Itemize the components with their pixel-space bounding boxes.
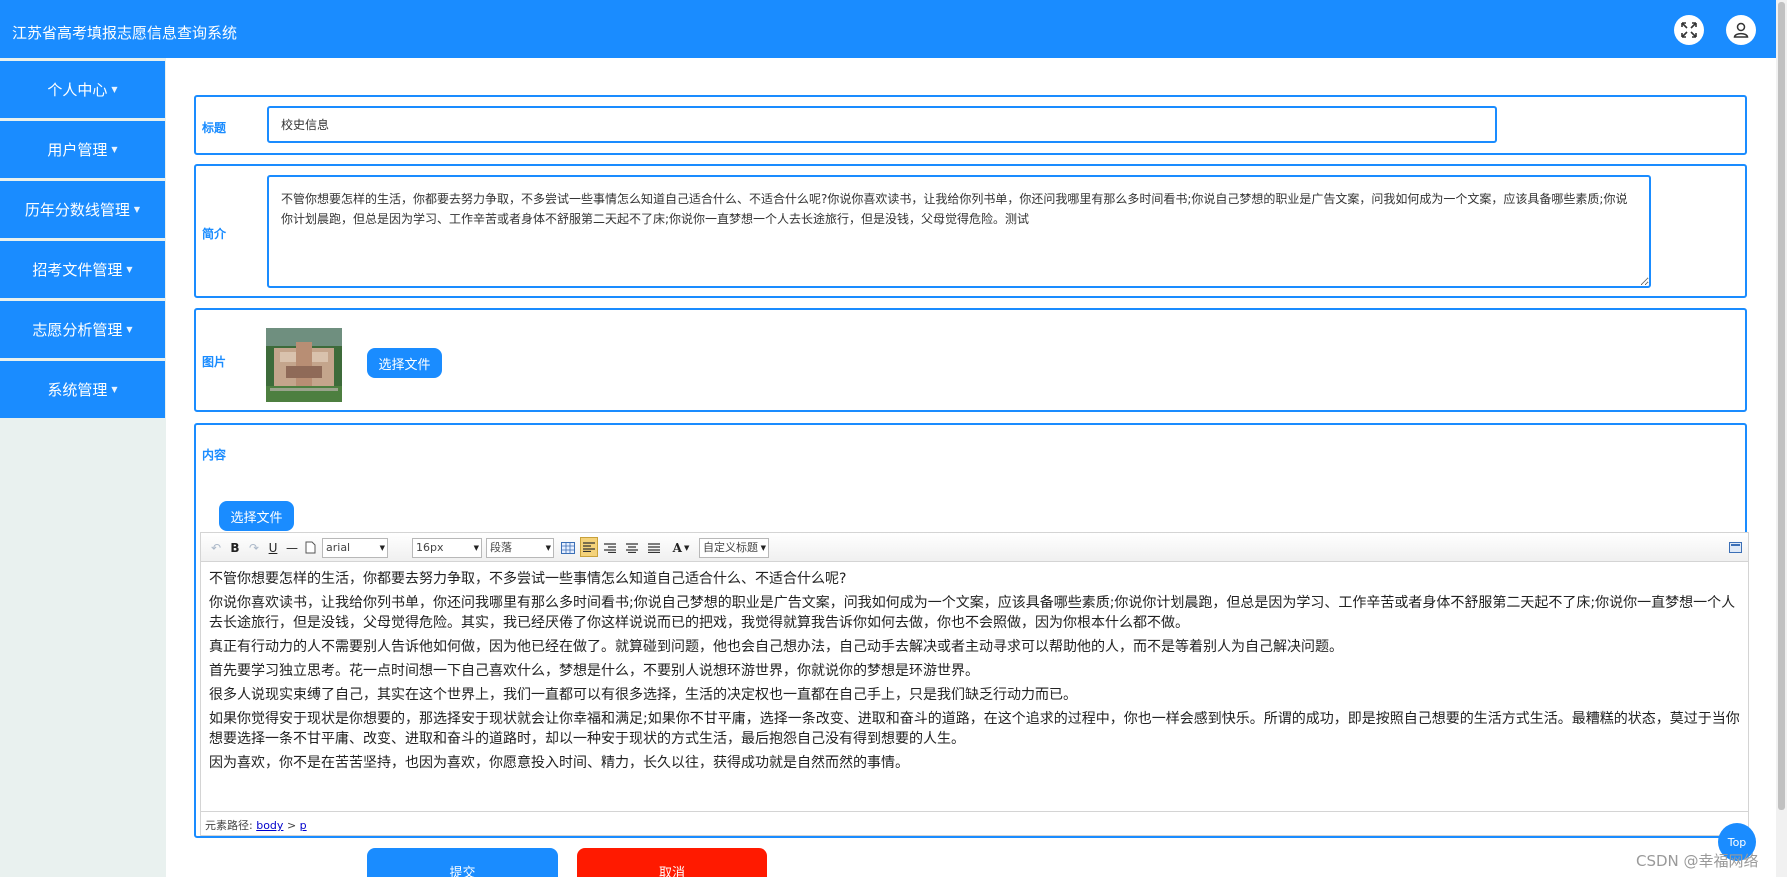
source-code-icon[interactable] (1727, 539, 1743, 556)
align-center-icon[interactable] (624, 539, 640, 556)
editor-toolbar: ↶ B ↷ U — arial ▼ 16px ▼ 段落 ▼ A ▼ 自定义标题 … (201, 533, 1748, 562)
dropdown-arrow-icon: ▼ (683, 543, 690, 552)
caret-down-icon: ▼ (126, 265, 133, 274)
dropdown-arrow-icon: ▼ (473, 544, 479, 552)
font-size-value: 16px (416, 541, 444, 554)
scrollbar-thumb[interactable] (1778, 2, 1785, 810)
caret-down-icon: ▼ (111, 85, 118, 94)
align-right-icon[interactable] (602, 539, 618, 556)
editor-paragraph: 首先要学习独立思考。花一点时间想一下自己喜欢什么，梦想是什么，不要别人说想环游世… (209, 663, 979, 679)
font-family-value: arial (326, 541, 351, 554)
element-path-prefix: 元素路径: (205, 819, 253, 832)
campus-image (266, 328, 342, 402)
title-panel: 标题 (194, 95, 1747, 155)
sidebar-item-personal-center[interactable]: 个人中心 ▼ (0, 61, 165, 118)
content-label: 内容 (202, 448, 227, 462)
image-panel: 图片 选择文件 (194, 308, 1747, 412)
custom-heading-value: 自定义标题 (703, 541, 758, 554)
bold-button[interactable]: B (228, 539, 242, 556)
font-size-select[interactable]: 16px ▼ (412, 538, 482, 558)
editor-paragraph: 很多人说现实束缚了自己，其实在这个世界上，我们一直都可以有很多选择，生活的决定权… (209, 687, 1077, 703)
dropdown-arrow-icon: ▼ (545, 544, 551, 552)
editor-paragraph: 因为喜欢，你不是在苦苦坚持，也因为喜欢，你愿意投入时间、精力，长久以往，获得成功… (209, 755, 909, 771)
fullscreen-icon (1681, 22, 1697, 38)
submit-button[interactable]: 提交 (367, 848, 558, 877)
sidebar-item-label: 招考文件管理 (32, 261, 123, 279)
image-choose-file-button[interactable]: 选择文件 (367, 348, 442, 378)
redo-icon[interactable]: ↷ (247, 539, 261, 556)
user-icon (1733, 22, 1749, 38)
sidebar-item-label: 个人中心 (47, 81, 108, 99)
editor-paragraph: 真正有行动力的人不需要别人告诉他如何做，因为他已经在做了。就算碰到问题，他也会自… (209, 639, 1343, 655)
dropdown-arrow-icon: ▼ (760, 544, 766, 552)
table-icon[interactable] (560, 539, 576, 556)
element-path-separator: > (286, 819, 297, 832)
sidebar-item-label: 系统管理 (47, 381, 108, 399)
font-color-button[interactable]: A ▼ (670, 539, 692, 556)
sidebar-item-label: 历年分数线管理 (24, 201, 130, 219)
element-path-bar: 元素路径: body > p (201, 811, 1748, 835)
sidebar: 个人中心 ▼ 用户管理 ▼ 历年分数线管理 ▼ 招考文件管理 ▼ 志愿分析管理 ▼ 系统管… (0, 58, 166, 877)
title-input[interactable] (267, 106, 1497, 143)
intro-label: 简介 (202, 227, 227, 241)
content-choose-file-button[interactable]: 选择文件 (219, 501, 294, 531)
caret-down-icon: ▼ (111, 385, 118, 394)
top-header: 江苏省高考填报志愿信息查询系统 (0, 0, 1776, 58)
align-justify-icon[interactable] (646, 539, 662, 556)
content-panel: 内容 选择文件 ↶ B ↷ U — arial ▼ 16px ▼ 段落 ▼ A … (194, 423, 1749, 838)
element-path-body-link[interactable]: body (256, 819, 283, 832)
undo-icon[interactable]: ↶ (209, 539, 223, 556)
paragraph-select[interactable]: 段落 ▼ (486, 538, 554, 558)
align-left-icon[interactable] (580, 537, 598, 557)
caret-down-icon: ▼ (133, 205, 141, 214)
intro-textarea[interactable]: 不管你想要怎样的生活，你都要去努力争取，不多尝试一些事情怎么知道自己适合什么、不… (267, 175, 1651, 288)
sidebar-item-exam-file-management[interactable]: 招考文件管理 ▼ (0, 241, 165, 298)
underline-button[interactable]: U (266, 539, 280, 556)
element-path-p-link[interactable]: p (300, 819, 307, 832)
sidebar-item-system-management[interactable]: 系统管理 ▼ (0, 361, 165, 418)
editor-paragraph: 你说你喜欢读书，让我给你列书单，你还问我哪里有那么多时间看书;你说自己梦想的职业… (209, 595, 1736, 631)
sidebar-item-label: 用户管理 (47, 141, 108, 159)
sidebar-item-user-management[interactable]: 用户管理 ▼ (0, 121, 165, 178)
app-title: 江苏省高考填报志愿信息查询系统 (12, 24, 238, 42)
editor-paragraph: 如果你觉得安于现状是你想要的，那选择安于现状就会让你幸福和满足;如果你不甘平庸，… (209, 711, 1740, 747)
font-color-label: A (672, 540, 682, 555)
sidebar-item-score-line-management[interactable]: 历年分数线管理 ▼ (0, 181, 165, 238)
sidebar-item-label: 志愿分析管理 (32, 321, 123, 339)
title-label: 标题 (202, 121, 227, 135)
editor-paragraph: 不管你想要怎样的生活，你都要去努力争取，不多尝试一些事情怎么知道自己适合什么、不… (209, 571, 847, 587)
user-button[interactable] (1726, 15, 1756, 45)
caret-down-icon: ▼ (111, 145, 118, 154)
custom-heading-select[interactable]: 自定义标题 ▼ (699, 538, 769, 558)
intro-panel: 简介 不管你想要怎样的生活，你都要去努力争取，不多尝试一些事情怎么知道自己适合什… (194, 164, 1747, 298)
caret-down-icon: ▼ (126, 325, 133, 334)
document-icon[interactable] (303, 539, 317, 556)
watermark: CSDN @幸福网络 (1636, 852, 1759, 870)
paragraph-value: 段落 (490, 541, 512, 554)
sidebar-item-volunteer-analysis[interactable]: 志愿分析管理 ▼ (0, 301, 165, 358)
page-scrollbar[interactable] (1776, 0, 1787, 877)
fullscreen-button[interactable] (1674, 15, 1704, 45)
editor-content[interactable]: 不管你想要怎样的生活，你都要去努力争取，不多尝试一些事情怎么知道自己适合什么、不… (209, 569, 1745, 777)
horizontal-rule-icon[interactable]: — (285, 539, 299, 556)
cancel-button[interactable]: 取消 (577, 848, 767, 877)
dropdown-arrow-icon: ▼ (379, 544, 385, 552)
image-label: 图片 (202, 355, 227, 369)
rich-text-editor: ↶ B ↷ U — arial ▼ 16px ▼ 段落 ▼ A ▼ 自定义标题 … (200, 532, 1749, 836)
font-family-select[interactable]: arial ▼ (322, 538, 388, 558)
